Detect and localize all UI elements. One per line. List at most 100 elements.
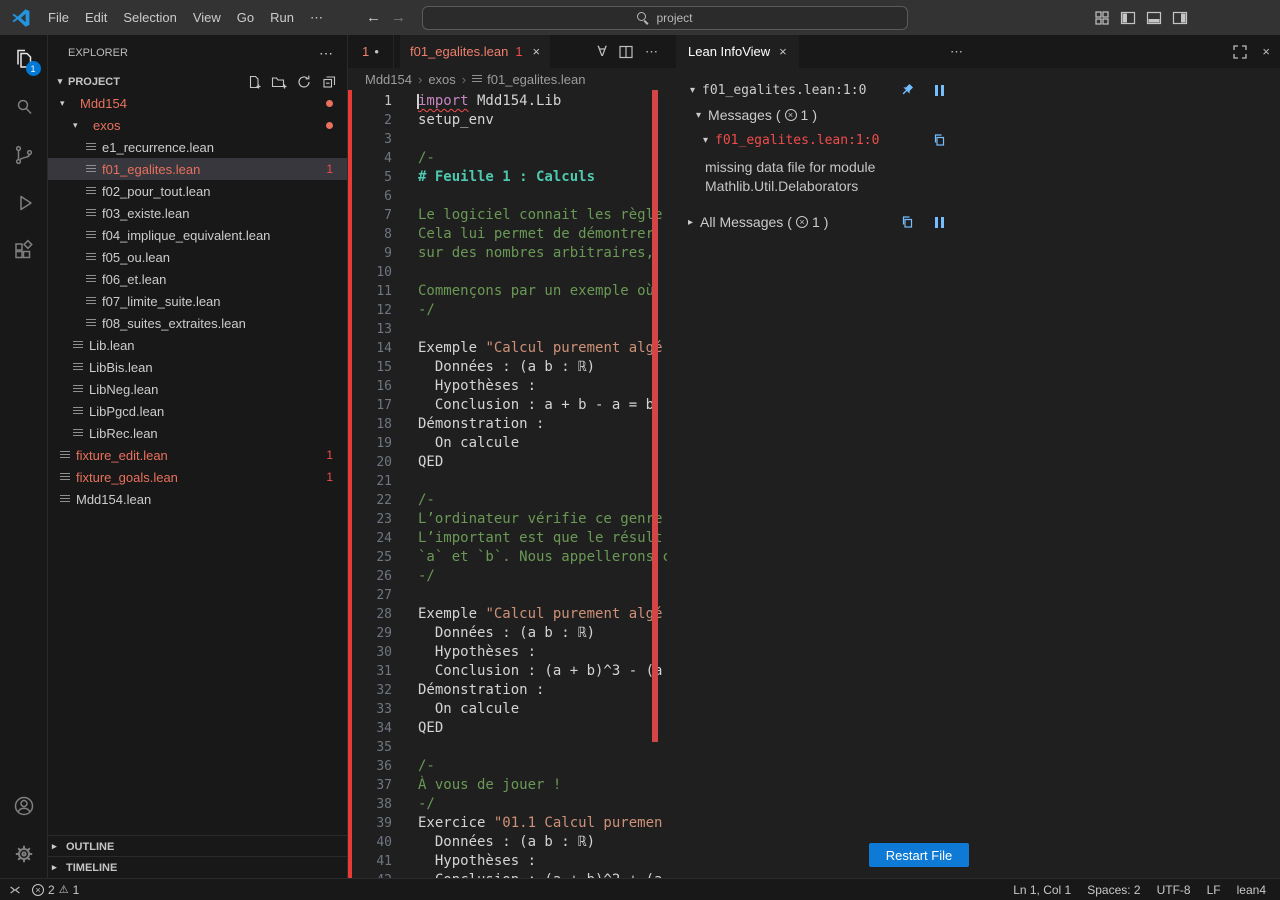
menu-go[interactable]: Go	[229, 7, 262, 29]
collapse-all-icon[interactable]	[321, 74, 337, 90]
menu-run[interactable]: Run	[262, 7, 302, 29]
close-icon[interactable]: ×	[1262, 44, 1270, 59]
tree-item-f05_ou.lean[interactable]: f05_ou.lean	[48, 246, 347, 268]
line-text: Données : (a b : ℝ)	[418, 358, 595, 377]
breadcrumb-item[interactable]: Mdd154	[365, 72, 412, 87]
split-editor-icon[interactable]	[618, 44, 634, 60]
code-line: 9sur des nombres arbitraires,	[348, 244, 667, 263]
line-number: 31	[348, 662, 392, 681]
all-messages-header[interactable]: ▸ All Messages ( × 1 )	[688, 212, 828, 232]
code-editor[interactable]: 1import Mdd154.Lib2setup_env34/-5# Feuil…	[348, 90, 667, 878]
eol[interactable]: LF	[1207, 883, 1221, 897]
activity-settings[interactable]	[0, 830, 48, 878]
menu-view[interactable]: View	[185, 7, 229, 29]
tab-f01-egalites[interactable]: f01_egalites.lean 1 ×	[400, 35, 550, 68]
tree-item-Mdd154.lean[interactable]: Mdd154.lean	[48, 488, 347, 510]
tree-item-LibRec.lean[interactable]: LibRec.lean	[48, 422, 347, 444]
tree-item-exos[interactable]: ▾exos	[48, 114, 347, 136]
forward-arrow-icon[interactable]: →	[391, 9, 406, 26]
activity-source-control[interactable]	[0, 131, 48, 179]
tree-item-f02_pour_tout.lean[interactable]: f02_pour_tout.lean	[48, 180, 347, 202]
tree-item-e1_recurrence.lean[interactable]: e1_recurrence.lean	[48, 136, 347, 158]
messages-header[interactable]: ▾ Messages ( × 1 )	[696, 105, 817, 125]
menu-overflow-icon[interactable]: ⋯	[302, 7, 331, 29]
project-section-header[interactable]: ▾ PROJECT	[48, 71, 347, 92]
command-center-search[interactable]: project	[422, 6, 908, 30]
code-token: On calcule	[418, 435, 519, 451]
explorer-more-actions-icon[interactable]: ⋯	[319, 45, 333, 62]
pause-icon[interactable]	[931, 214, 947, 230]
menu-edit[interactable]: Edit	[77, 7, 115, 29]
indentation[interactable]: Spaces: 2	[1087, 883, 1140, 897]
paren: )	[812, 107, 817, 123]
toggle-panel-icon[interactable]	[1146, 10, 1162, 26]
copy-icon[interactable]	[931, 132, 947, 148]
tree-item-LibBis.lean[interactable]: LibBis.lean	[48, 356, 347, 378]
infoview-position-header[interactable]: ▾ f01_egalites.lean:1:0	[690, 80, 866, 100]
menu-selection[interactable]: Selection	[115, 7, 184, 29]
breadcrumb-item[interactable]: exos	[428, 72, 455, 87]
tree-item-Mdd154[interactable]: ▾Mdd154	[48, 92, 347, 114]
activity-extensions[interactable]	[0, 227, 48, 275]
tree-item-f03_existe.lean[interactable]: f03_existe.lean	[48, 202, 347, 224]
activity-explorer[interactable]: 1	[0, 35, 48, 83]
tree-item-f07_limite_suite.lean[interactable]: f07_limite_suite.lean	[48, 290, 347, 312]
code-line: 18Démonstration :	[348, 415, 667, 434]
tree-item-label: Mdd154	[80, 96, 127, 111]
remote-indicator[interactable]	[8, 883, 22, 897]
close-icon[interactable]: ×	[533, 44, 541, 59]
error-message-line: Mathlib.Util.Delaborators	[705, 177, 965, 196]
activity-search[interactable]	[0, 83, 48, 131]
close-icon[interactable]: ×	[779, 44, 787, 59]
tree-item-fixture_goals.lean[interactable]: fixture_goals.lean1	[48, 466, 347, 488]
line-number: 2	[348, 111, 392, 130]
code-token: On calcule	[418, 701, 519, 717]
tree-item-Lib.lean[interactable]: Lib.lean	[48, 334, 347, 356]
timeline-section[interactable]: ▸ TIMELINE	[48, 856, 347, 878]
tree-item-f08_suites_extraites.lean[interactable]: f08_suites_extraites.lean	[48, 312, 347, 334]
breadcrumb-label: exos	[428, 72, 455, 87]
activity-run-debug[interactable]	[0, 179, 48, 227]
tree-item-f06_et.lean[interactable]: f06_et.lean	[48, 268, 347, 290]
breadcrumb-item[interactable]: f01_egalites.lean	[472, 72, 585, 87]
outline-section[interactable]: ▸ OUTLINE	[48, 835, 347, 857]
tree-item-fixture_edit.lean[interactable]: fixture_edit.lean1	[48, 444, 347, 466]
customize-layout-icon[interactable]	[1094, 10, 1110, 26]
line-text: Cela lui permet de démontrer	[418, 225, 654, 244]
tree-item-LibNeg.lean[interactable]: LibNeg.lean	[48, 378, 347, 400]
more-actions-icon[interactable]: ⋯	[645, 44, 658, 60]
pin-icon[interactable]	[899, 82, 915, 98]
lean-infoview-toggle-icon[interactable]: ∀	[597, 43, 607, 60]
code-line: 21	[348, 472, 667, 491]
new-folder-icon[interactable]	[271, 74, 287, 90]
restart-file-button[interactable]: Restart File	[869, 843, 969, 867]
pause-icon[interactable]	[931, 82, 947, 98]
back-arrow-icon[interactable]: ←	[366, 9, 381, 26]
tree-item-f04_implique_equivalent.lean[interactable]: f04_implique_equivalent.lean	[48, 224, 347, 246]
all-messages-count: 1	[812, 214, 820, 230]
encoding[interactable]: UTF-8	[1157, 883, 1191, 897]
language-mode[interactable]: lean4	[1237, 883, 1266, 897]
toggle-sidebar-right-icon[interactable]	[1172, 10, 1188, 26]
fullscreen-icon[interactable]	[1232, 44, 1248, 60]
line-number: 23	[348, 510, 392, 529]
tree-item-f01_egalites.lean[interactable]: f01_egalites.lean1	[48, 158, 347, 180]
panel-more-actions-icon[interactable]: ⋯	[950, 35, 963, 68]
line-text: -/	[418, 795, 435, 814]
line-number: 5	[348, 168, 392, 187]
refresh-icon[interactable]	[296, 74, 312, 90]
tree-item-LibPgcd.lean[interactable]: LibPgcd.lean	[48, 400, 347, 422]
tab-stub[interactable]: 1 ●	[348, 35, 394, 68]
activity-account[interactable]	[0, 782, 48, 830]
copy-all-icon[interactable]	[899, 214, 915, 230]
code-line: 22/-	[348, 491, 667, 510]
error-entry-header[interactable]: ▾ f01_egalites.lean:1:0	[703, 130, 879, 150]
cursor-position[interactable]: Ln 1, Col 1	[1013, 883, 1071, 897]
toggle-sidebar-left-icon[interactable]	[1120, 10, 1136, 26]
error-circle-icon: ×	[32, 884, 44, 896]
menu-file[interactable]: File	[40, 7, 77, 29]
problems-indicator[interactable]: × 2 ⚠ 1	[32, 883, 79, 897]
chevron-down-icon: ▾	[696, 110, 701, 121]
new-file-icon[interactable]	[246, 74, 262, 90]
tab-lean-infoview[interactable]: Lean InfoView ×	[676, 35, 799, 68]
